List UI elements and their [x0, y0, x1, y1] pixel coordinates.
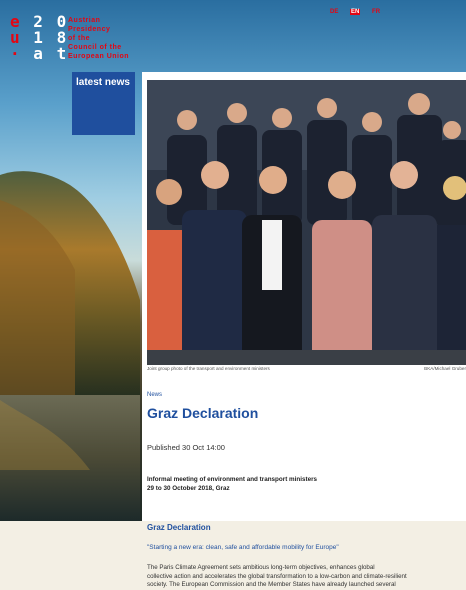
- section-heading: Graz Declaration: [147, 523, 211, 532]
- presidency-line: European Union: [68, 53, 130, 60]
- article-category[interactable]: News: [147, 392, 162, 398]
- body-line: society. The European Commission and the…: [147, 581, 396, 588]
- declaration-quote: "Starting a new era: clean, safe and aff…: [147, 544, 339, 551]
- article-body: The Paris Climate Agreement sets ambitio…: [147, 564, 463, 590]
- caption-text: Joint group photo of the transport and e…: [147, 366, 270, 371]
- photo-credit: BKA/Michael Gruber: [424, 366, 466, 371]
- presidency-line: Austrian: [68, 17, 101, 24]
- group-photo: [147, 80, 466, 365]
- meeting-info: Informal meeting of environment and tran…: [147, 475, 317, 493]
- body-line: collective action and accelerates the gl…: [147, 572, 407, 580]
- lang-de[interactable]: DE: [330, 9, 338, 15]
- article-title: Graz Declaration: [147, 405, 259, 421]
- language-switcher: DE EN FR: [330, 9, 390, 15]
- logo-row-3: · a t: [10, 44, 66, 63]
- logo-char: a: [33, 44, 45, 63]
- body-line: The Paris Climate Agreement sets ambitio…: [147, 564, 375, 571]
- eu2018-logo[interactable]: e 2 0 u 1 8 · a t: [10, 14, 66, 63]
- logo-char: t: [56, 44, 69, 63]
- meeting-date-location: 29 to 30 October 2018, Graz: [147, 485, 230, 492]
- presidency-line: of the: [68, 35, 91, 42]
- lang-en[interactable]: EN: [350, 9, 361, 15]
- published-date: Published 30 Oct 14:00: [147, 443, 225, 452]
- presidency-title: Austrian Presidency of the Council of th…: [68, 16, 158, 61]
- photo-caption: Joint group photo of the transport and e…: [147, 366, 466, 371]
- logo-char: ·: [10, 44, 22, 63]
- presidency-line: Council of the: [68, 44, 122, 51]
- latest-news-tile[interactable]: latest news: [72, 72, 135, 135]
- meeting-name: Informal meeting of environment and tran…: [147, 476, 318, 483]
- article-panel: Joint group photo of the transport and e…: [142, 72, 466, 588]
- lang-fr[interactable]: FR: [372, 9, 380, 15]
- presidency-line: Presidency: [68, 26, 111, 33]
